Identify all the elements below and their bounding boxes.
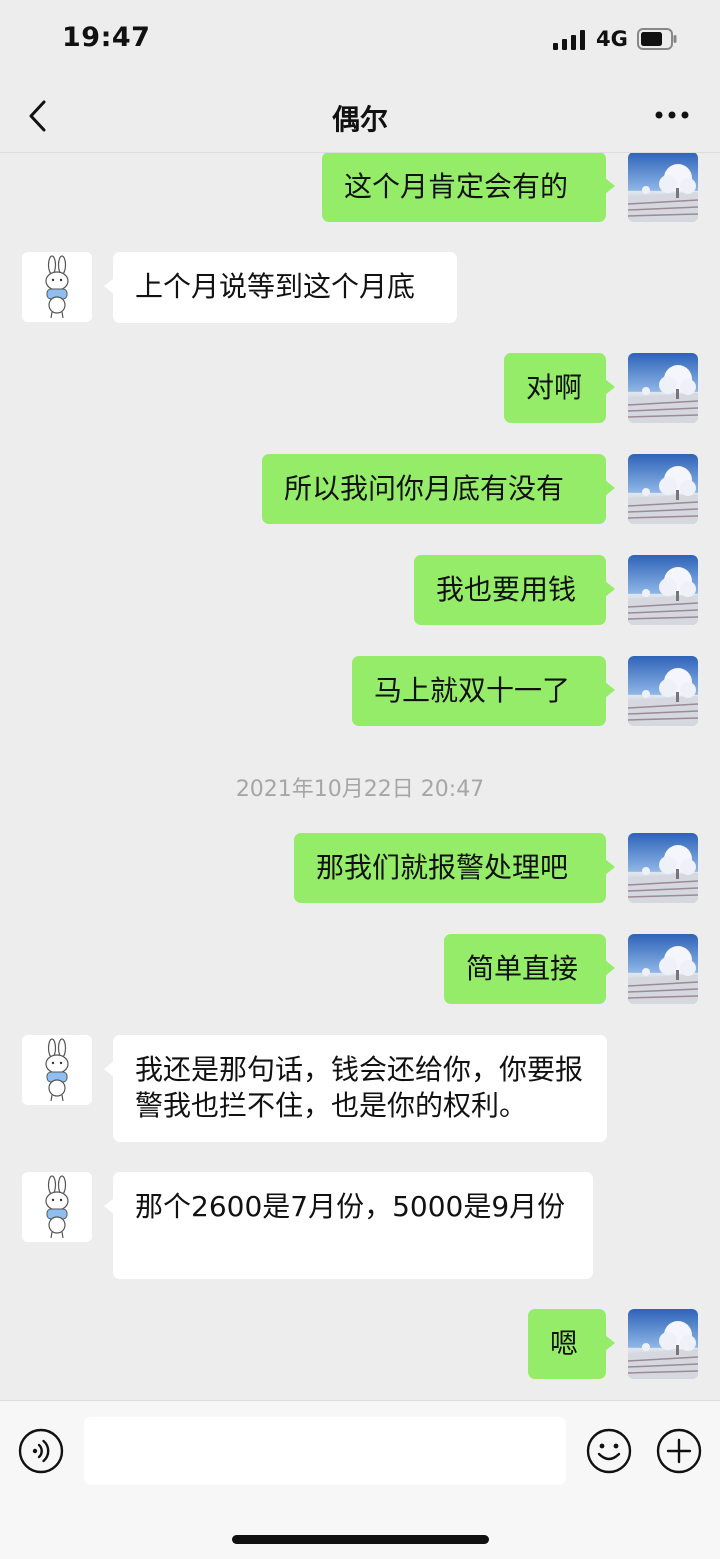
- message-bubble-sent[interactable]: 所以我问你月底有没有: [262, 454, 615, 524]
- snowy-tree-avatar[interactable]: [628, 153, 698, 222]
- message-bubble-sent[interactable]: 那我们就报警处理吧: [294, 833, 615, 903]
- status-time: 19:47: [62, 22, 151, 53]
- status-bar: 19:47 4G: [0, 0, 720, 80]
- network-label: 4G: [596, 27, 628, 51]
- snowy-tree-avatar[interactable]: [628, 833, 698, 903]
- signal-icon: [553, 30, 585, 50]
- message-bubble-sent[interactable]: 马上就双十一了: [352, 656, 615, 726]
- emoji-icon[interactable]: [585, 1427, 633, 1475]
- plus-icon[interactable]: [655, 1427, 703, 1475]
- input-toolbar: [0, 1400, 720, 1559]
- message-input[interactable]: [84, 1417, 566, 1485]
- message-bubble-sent[interactable]: 简单直接: [444, 934, 615, 1004]
- timestamp: 2021年10月22日 20:47: [235, 777, 485, 802]
- bunny-avatar[interactable]: [22, 1035, 92, 1105]
- message-bubble-sent[interactable]: 嗯: [528, 1309, 615, 1379]
- message-bubble-sent[interactable]: 对啊: [504, 353, 615, 423]
- snowy-tree-avatar[interactable]: [628, 934, 698, 1004]
- bunny-avatar[interactable]: [22, 1172, 92, 1242]
- snowy-tree-avatar[interactable]: [628, 454, 698, 524]
- message-list[interactable]: 这个月肯定会有的 上个月说等到这个月底 对啊 所以我问你月底有没有 我也要用钱 …: [0, 153, 720, 1400]
- snowy-tree-avatar[interactable]: [628, 656, 698, 726]
- message-bubble-received[interactable]: 那个2600是7月份，5000是9月份: [104, 1172, 593, 1279]
- message-bubble-sent[interactable]: 这个月肯定会有的: [322, 153, 615, 222]
- message-bubble-received[interactable]: 上个月说等到这个月底: [104, 252, 457, 323]
- home-indicator: [232, 1535, 489, 1544]
- snowy-tree-avatar[interactable]: [628, 353, 698, 423]
- chat-title: 偶尔: [331, 103, 388, 136]
- message-bubble-sent[interactable]: 我也要用钱: [414, 555, 615, 625]
- more-dots-icon[interactable]: [652, 104, 692, 126]
- snowy-tree-avatar[interactable]: [628, 1309, 698, 1379]
- nav-bar: 偶尔: [0, 80, 720, 153]
- bunny-avatar[interactable]: [22, 252, 92, 322]
- battery-icon: [637, 28, 677, 50]
- voice-icon[interactable]: [18, 1428, 64, 1474]
- message-bubble-received[interactable]: 我还是那句话，钱会还给你，你要报警我也拦不住，也是你的权利。: [104, 1035, 607, 1142]
- snowy-tree-avatar[interactable]: [628, 555, 698, 625]
